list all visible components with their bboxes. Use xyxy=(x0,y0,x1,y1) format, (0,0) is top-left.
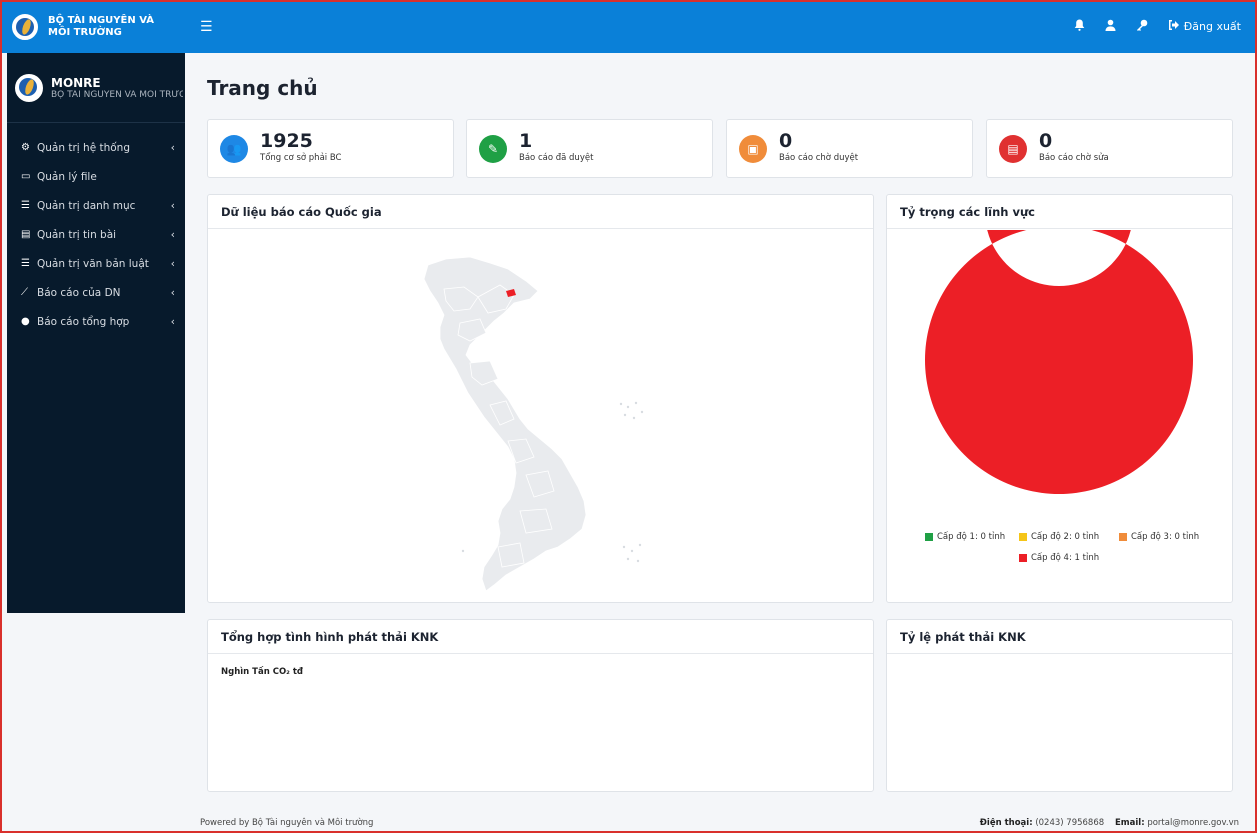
check-file-icon: ✎ xyxy=(479,134,507,163)
cogs-icon: ⚙ xyxy=(21,142,30,153)
newspaper-icon: ▤ xyxy=(21,229,31,240)
sidebar-item[interactable]: ● Báo cáo tổng hợp ‹ xyxy=(7,307,185,336)
list-icon: ☰ xyxy=(21,258,30,269)
sidebar-item-label: Báo cáo của DN xyxy=(37,286,121,299)
chevron-left-icon: ‹ xyxy=(170,199,175,212)
top-navbar: BỘ TÀI NGUYÊN VÀ MÔI TRƯỜNG ☰ Đăng xuất xyxy=(0,0,1257,53)
sidebar-item-label: Quản trị hệ thống xyxy=(37,141,131,154)
footer-contact: Điện thoại: (0243) 7956868 Email: portal… xyxy=(980,818,1239,828)
sidebar-item-label: Quản lý file xyxy=(37,170,97,183)
sidebar-item[interactable]: ☰ Quản trị danh mục ‹ xyxy=(7,191,185,220)
logout-button[interactable]: Đăng xuất xyxy=(1168,20,1241,33)
brand[interactable]: BỘ TÀI NGUYÊN VÀ MÔI TRƯỜNG xyxy=(0,0,185,53)
sidebar-item[interactable]: ☰ Quản trị văn bản luật ‹ xyxy=(7,249,185,278)
stat-label: Báo cáo chờ sửa xyxy=(1039,152,1109,163)
stat-value: 1925 xyxy=(260,129,313,152)
vietnam-map[interactable] xyxy=(208,229,873,602)
legend-item[interactable]: Cấp độ 3: 0 tỉnh xyxy=(1119,532,1199,542)
sidebar-item[interactable]: ▤ Quản trị tin bài ‹ xyxy=(7,220,185,249)
folder-icon: ▭ xyxy=(21,171,31,182)
sidebar-menu: ⚙ Quản trị hệ thống ‹ ▭ Quản lý file ☰ Quản tr… xyxy=(7,133,185,336)
chevron-left-icon: ‹ xyxy=(170,228,175,241)
stat-label: Báo cáo đã duyệt xyxy=(519,152,594,163)
stat-body: 0 Báo cáo chờ sửa xyxy=(1039,131,1109,163)
legend-swatch xyxy=(1119,533,1127,541)
stat-value: 1 xyxy=(519,129,533,152)
legend-swatch xyxy=(1019,554,1027,562)
stat-body: 0 Báo cáo chờ duyệt xyxy=(779,131,858,163)
stat-body: 1 Báo cáo đã duyệt xyxy=(519,131,593,163)
legend-swatch xyxy=(925,533,933,541)
legend-item[interactable]: Cấp độ 4: 1 tỉnh xyxy=(1019,553,1099,563)
emission-card-title: Tổng hợp tình hình phát thải KNK xyxy=(208,620,873,654)
islands-paracel xyxy=(619,401,644,420)
brand-title: BỘ TÀI NGUYÊN VÀ MÔI TRƯỜNG xyxy=(48,14,155,38)
emission-unit-label: Nghìn Tấn CO₂ tđ xyxy=(221,667,304,677)
list-icon: ☰ xyxy=(21,200,30,211)
footer-email[interactable]: portal@monre.gov.vn xyxy=(1147,818,1239,828)
monre-logo xyxy=(15,73,43,102)
stat-card[interactable]: ▤ 0 Báo cáo chờ sửa xyxy=(986,119,1233,178)
legend-label: Cấp độ 3: 0 tỉnh xyxy=(1131,532,1200,542)
footer-phone-label: Điện thoại: xyxy=(979,818,1033,828)
sign-out-icon xyxy=(1168,20,1179,33)
footer-email-label: Email: xyxy=(1114,818,1145,828)
chevron-left-icon: ‹ xyxy=(170,141,175,154)
legend-label: Cấp độ 2: 0 tỉnh xyxy=(1031,532,1100,542)
ratio-card: Tỷ trọng các lĩnh vực Cấp độ 1: 0 tỉnh Cấ… xyxy=(886,194,1233,603)
key-icon[interactable] xyxy=(1136,19,1148,34)
map-card-title: Dữ liệu báo cáo Quốc gia xyxy=(208,195,873,229)
legend-item[interactable]: Cấp độ 2: 0 tỉnh xyxy=(1019,532,1099,542)
ratio-card-title: Tỷ trọng các lĩnh vực xyxy=(887,195,1232,229)
stat-card[interactable]: ✎ 1 Báo cáo đã duyệt xyxy=(466,119,713,178)
logout-label: Đăng xuất xyxy=(1183,20,1241,33)
sidebar-item-label: Báo cáo tổng hợp xyxy=(37,315,130,328)
donut-chart[interactable] xyxy=(887,230,1232,535)
chevron-left-icon: ‹ xyxy=(170,257,175,270)
page-title: Trang chủ xyxy=(207,76,318,100)
stat-label: Báo cáo chờ duyệt xyxy=(779,152,859,163)
sidebar-item-label: Quản trị văn bản luật xyxy=(37,257,149,270)
chevron-left-icon: ‹ xyxy=(170,315,175,328)
emission-ratio-card-title: Tỷ lệ phát thải KNK xyxy=(887,620,1232,654)
stat-card[interactable]: 👥 1925 Tổng cơ sở phải BC xyxy=(207,119,454,178)
user-icon[interactable] xyxy=(1105,19,1116,34)
users-icon: 👥 xyxy=(220,134,248,163)
emission-ratio-card: Tỷ lệ phát thải KNK xyxy=(886,619,1233,792)
chevron-left-icon: ‹ xyxy=(170,286,175,299)
legend-item[interactable]: Cấp độ 1: 0 tỉnh xyxy=(925,532,1005,542)
stat-body: 1925 Tổng cơ sở phải BC xyxy=(260,131,341,163)
sidebar-item-label: Quản trị danh mục xyxy=(37,199,136,212)
vietnam-provinces xyxy=(423,256,587,592)
stat-label: Tổng cơ sở phải BC xyxy=(260,152,342,163)
monre-logo xyxy=(12,13,38,40)
topbar-actions: Đăng xuất xyxy=(1074,19,1257,34)
stat-value: 0 xyxy=(779,129,793,152)
emission-card: Tổng hợp tình hình phát thải KNK Nghìn T… xyxy=(207,619,874,792)
pie-chart-icon: ● xyxy=(21,316,30,327)
legend-swatch xyxy=(1019,533,1027,541)
legend-label: Cấp độ 4: 1 tỉnh xyxy=(1031,553,1100,563)
edit-file-icon: ▤ xyxy=(999,134,1027,163)
sidebar-name: MONRE xyxy=(51,75,101,90)
footer-phone: (0243) 7956868 xyxy=(1035,818,1105,828)
sidebar-item[interactable]: ⚙ Quản trị hệ thống ‹ xyxy=(7,133,185,162)
stat-value: 0 xyxy=(1039,129,1053,152)
line-chart-icon: ⟋ xyxy=(21,287,28,298)
sidebar-subtitle: BỘ TÀI NGUYÊN VÀ MÔI TRƯỜNG xyxy=(51,89,183,100)
footer-powered-by: Powered by Bộ Tài nguyên và Môi trường xyxy=(200,818,374,828)
sidebar-item-label: Quản trị tin bài xyxy=(37,228,117,241)
map-card: Dữ liệu báo cáo Quốc gia xyxy=(207,194,874,603)
sidebar-item[interactable]: ▭ Quản lý file xyxy=(7,162,185,191)
legend-label: Cấp độ 1: 0 tỉnh xyxy=(937,532,1006,542)
pending-file-icon: ▣ xyxy=(739,134,767,163)
sidebar: MONRE BỘ TÀI NGUYÊN VÀ MÔI TRƯỜNG ⚙ Quản … xyxy=(7,53,185,613)
sidebar-item[interactable]: ⟋ Báo cáo của DN ‹ xyxy=(7,278,185,307)
sidebar-brand[interactable]: MONRE BỘ TÀI NGUYÊN VÀ MÔI TRƯỜNG xyxy=(7,53,185,123)
stat-card[interactable]: ▣ 0 Báo cáo chờ duyệt xyxy=(726,119,973,178)
bell-icon[interactable] xyxy=(1074,19,1085,34)
hamburger-icon[interactable]: ☰ xyxy=(200,19,213,35)
